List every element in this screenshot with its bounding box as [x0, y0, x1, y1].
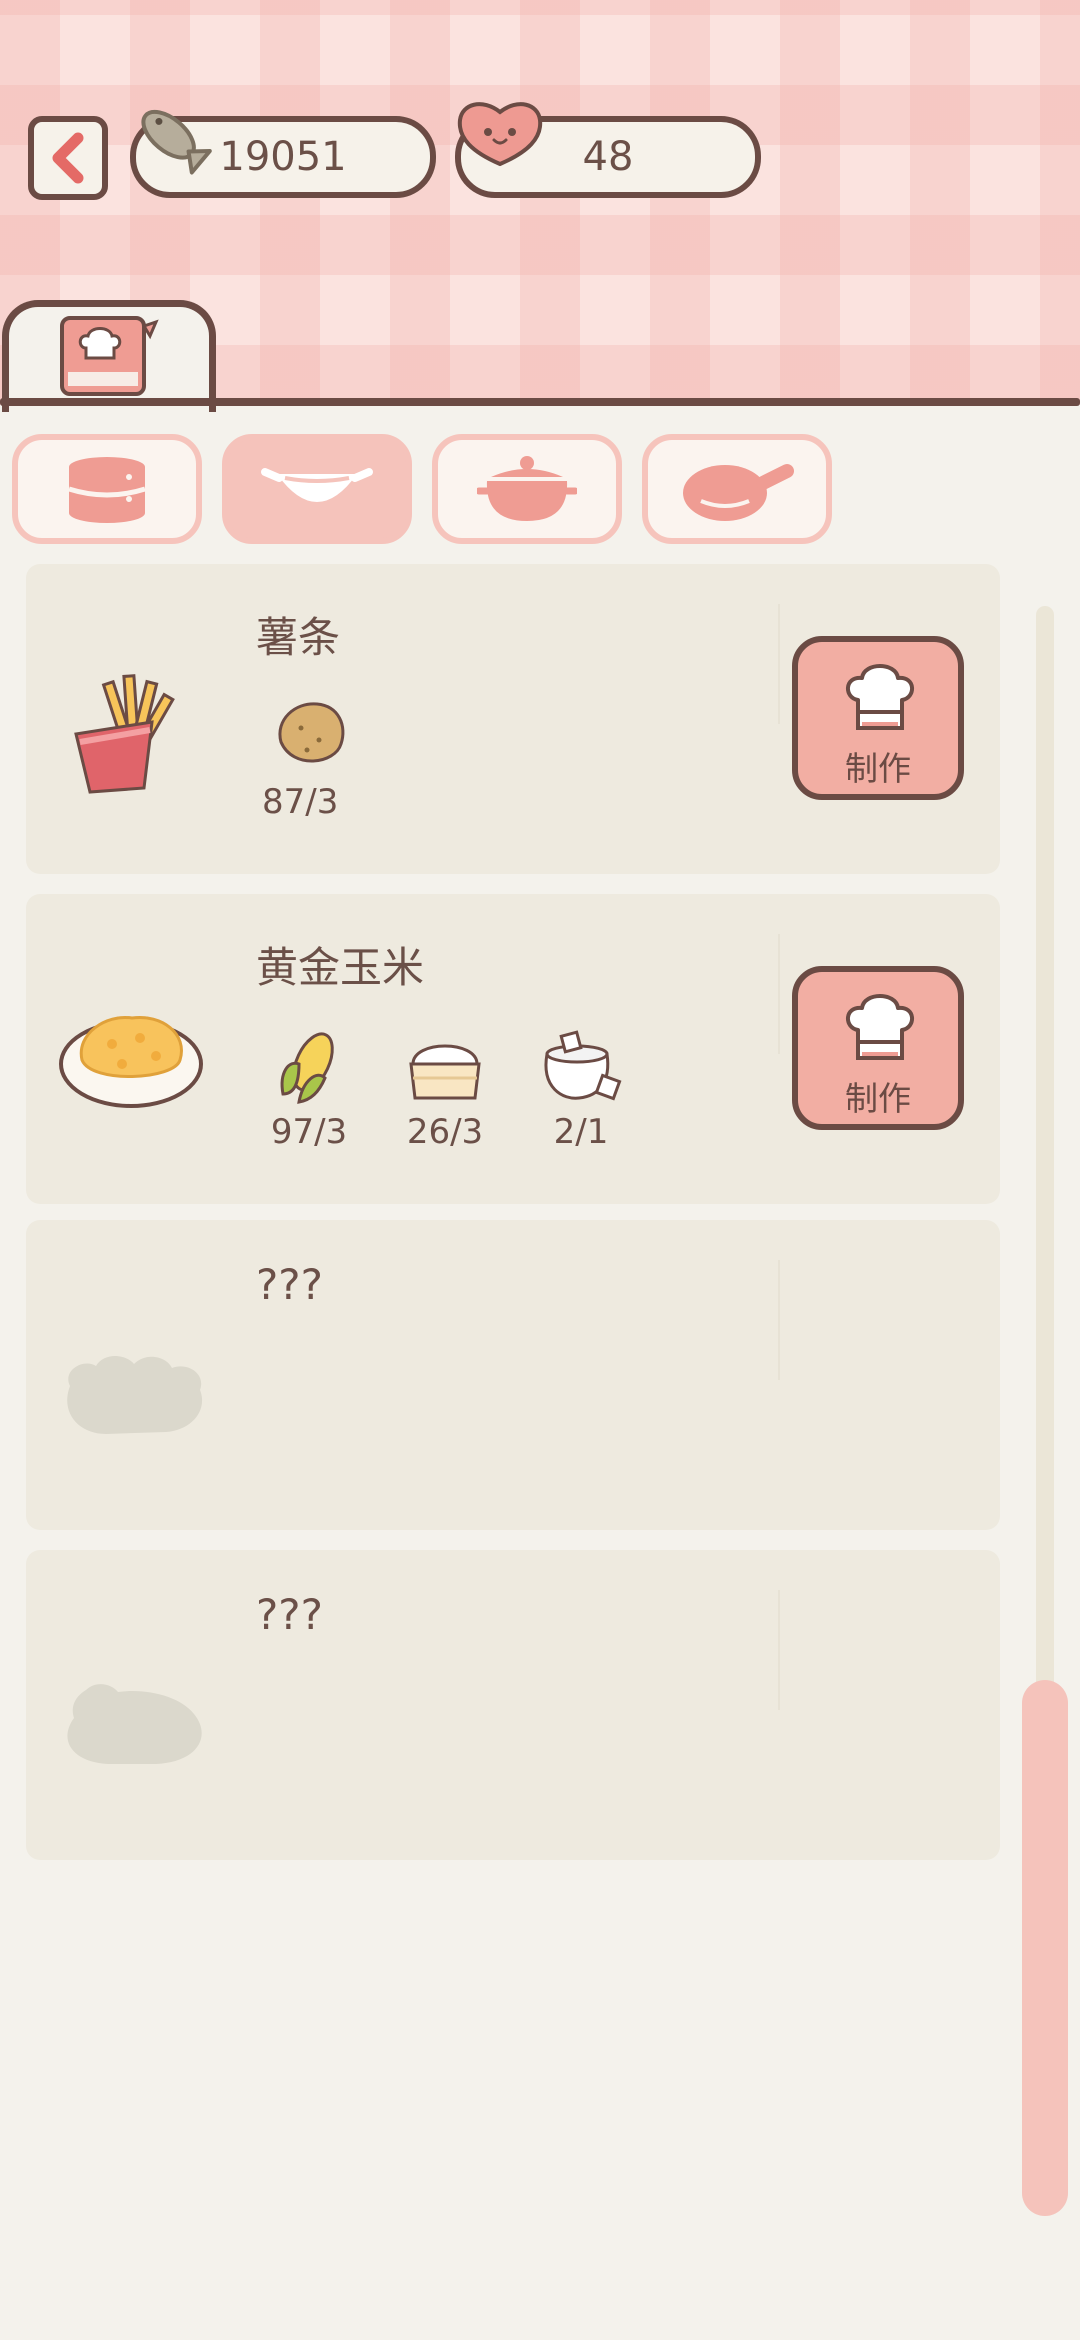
- recipe-card: 黄金玉米 97/3 26/3 2/1 制作: [26, 894, 1000, 1204]
- header-divider: [0, 398, 1080, 406]
- back-button[interactable]: [28, 116, 108, 200]
- make-button-label: 制作: [845, 749, 911, 788]
- fish-currency-value: 19051: [219, 134, 347, 180]
- recipe-book-icon: [60, 316, 159, 396]
- divider: [778, 1260, 780, 1380]
- pot-icon: [477, 456, 577, 521]
- golden-corn-dish-icon: [59, 1016, 203, 1108]
- divider: [778, 1590, 780, 1710]
- heart-currency-value: 48: [582, 134, 634, 180]
- divider: [778, 604, 780, 724]
- ingredient: [254, 1024, 364, 1112]
- chef-hat-icon: [846, 994, 914, 1060]
- make-button[interactable]: 制作: [792, 636, 964, 800]
- recipe-title: 黄金玉米: [256, 943, 425, 992]
- potato-icon: [278, 702, 345, 763]
- pan-icon: [683, 464, 794, 521]
- ingredient-count: 97/3: [270, 1112, 348, 1152]
- fries-icon: [74, 674, 175, 794]
- recipe-card: ???: [26, 1550, 1000, 1860]
- locked-dish-icon: [67, 1356, 203, 1434]
- recipe-title: ???: [256, 1590, 323, 1639]
- recipe-title: 薯条: [256, 613, 341, 662]
- make-button[interactable]: 制作: [792, 966, 964, 1130]
- recipe-card: ???: [26, 1220, 1000, 1530]
- flour-icon: [409, 1044, 481, 1100]
- scrollbar-thumb[interactable]: [1022, 1680, 1068, 2216]
- chef-hat-icon: [846, 664, 914, 730]
- wok-icon: [261, 468, 373, 502]
- ingredient: [390, 1024, 500, 1108]
- tab-pot[interactable]: [432, 434, 622, 544]
- recipe-title: ???: [256, 1260, 323, 1309]
- divider: [778, 934, 780, 1054]
- make-button-label: 制作: [845, 1079, 911, 1118]
- corn-icon: [280, 1032, 334, 1104]
- locked-dish-icon: [67, 1684, 202, 1764]
- sugar-icon: [544, 1030, 622, 1101]
- ingredient-count: 87/3: [262, 782, 339, 822]
- ingredient-count: 2/1: [553, 1112, 609, 1152]
- ingredient-count: 26/3: [406, 1112, 484, 1152]
- tab-steamer[interactable]: [12, 434, 202, 544]
- steamer-icon: [68, 457, 146, 523]
- ingredient: [526, 1024, 636, 1110]
- tab-wok[interactable]: [222, 434, 412, 544]
- chevron-left-icon: [52, 132, 84, 184]
- recipe-card: 薯条 87/3 制作: [26, 564, 1000, 874]
- tab-pan[interactable]: [642, 434, 832, 544]
- fish-icon: [141, 109, 212, 175]
- heart-icon: [457, 102, 543, 167]
- ingredient: [254, 694, 364, 778]
